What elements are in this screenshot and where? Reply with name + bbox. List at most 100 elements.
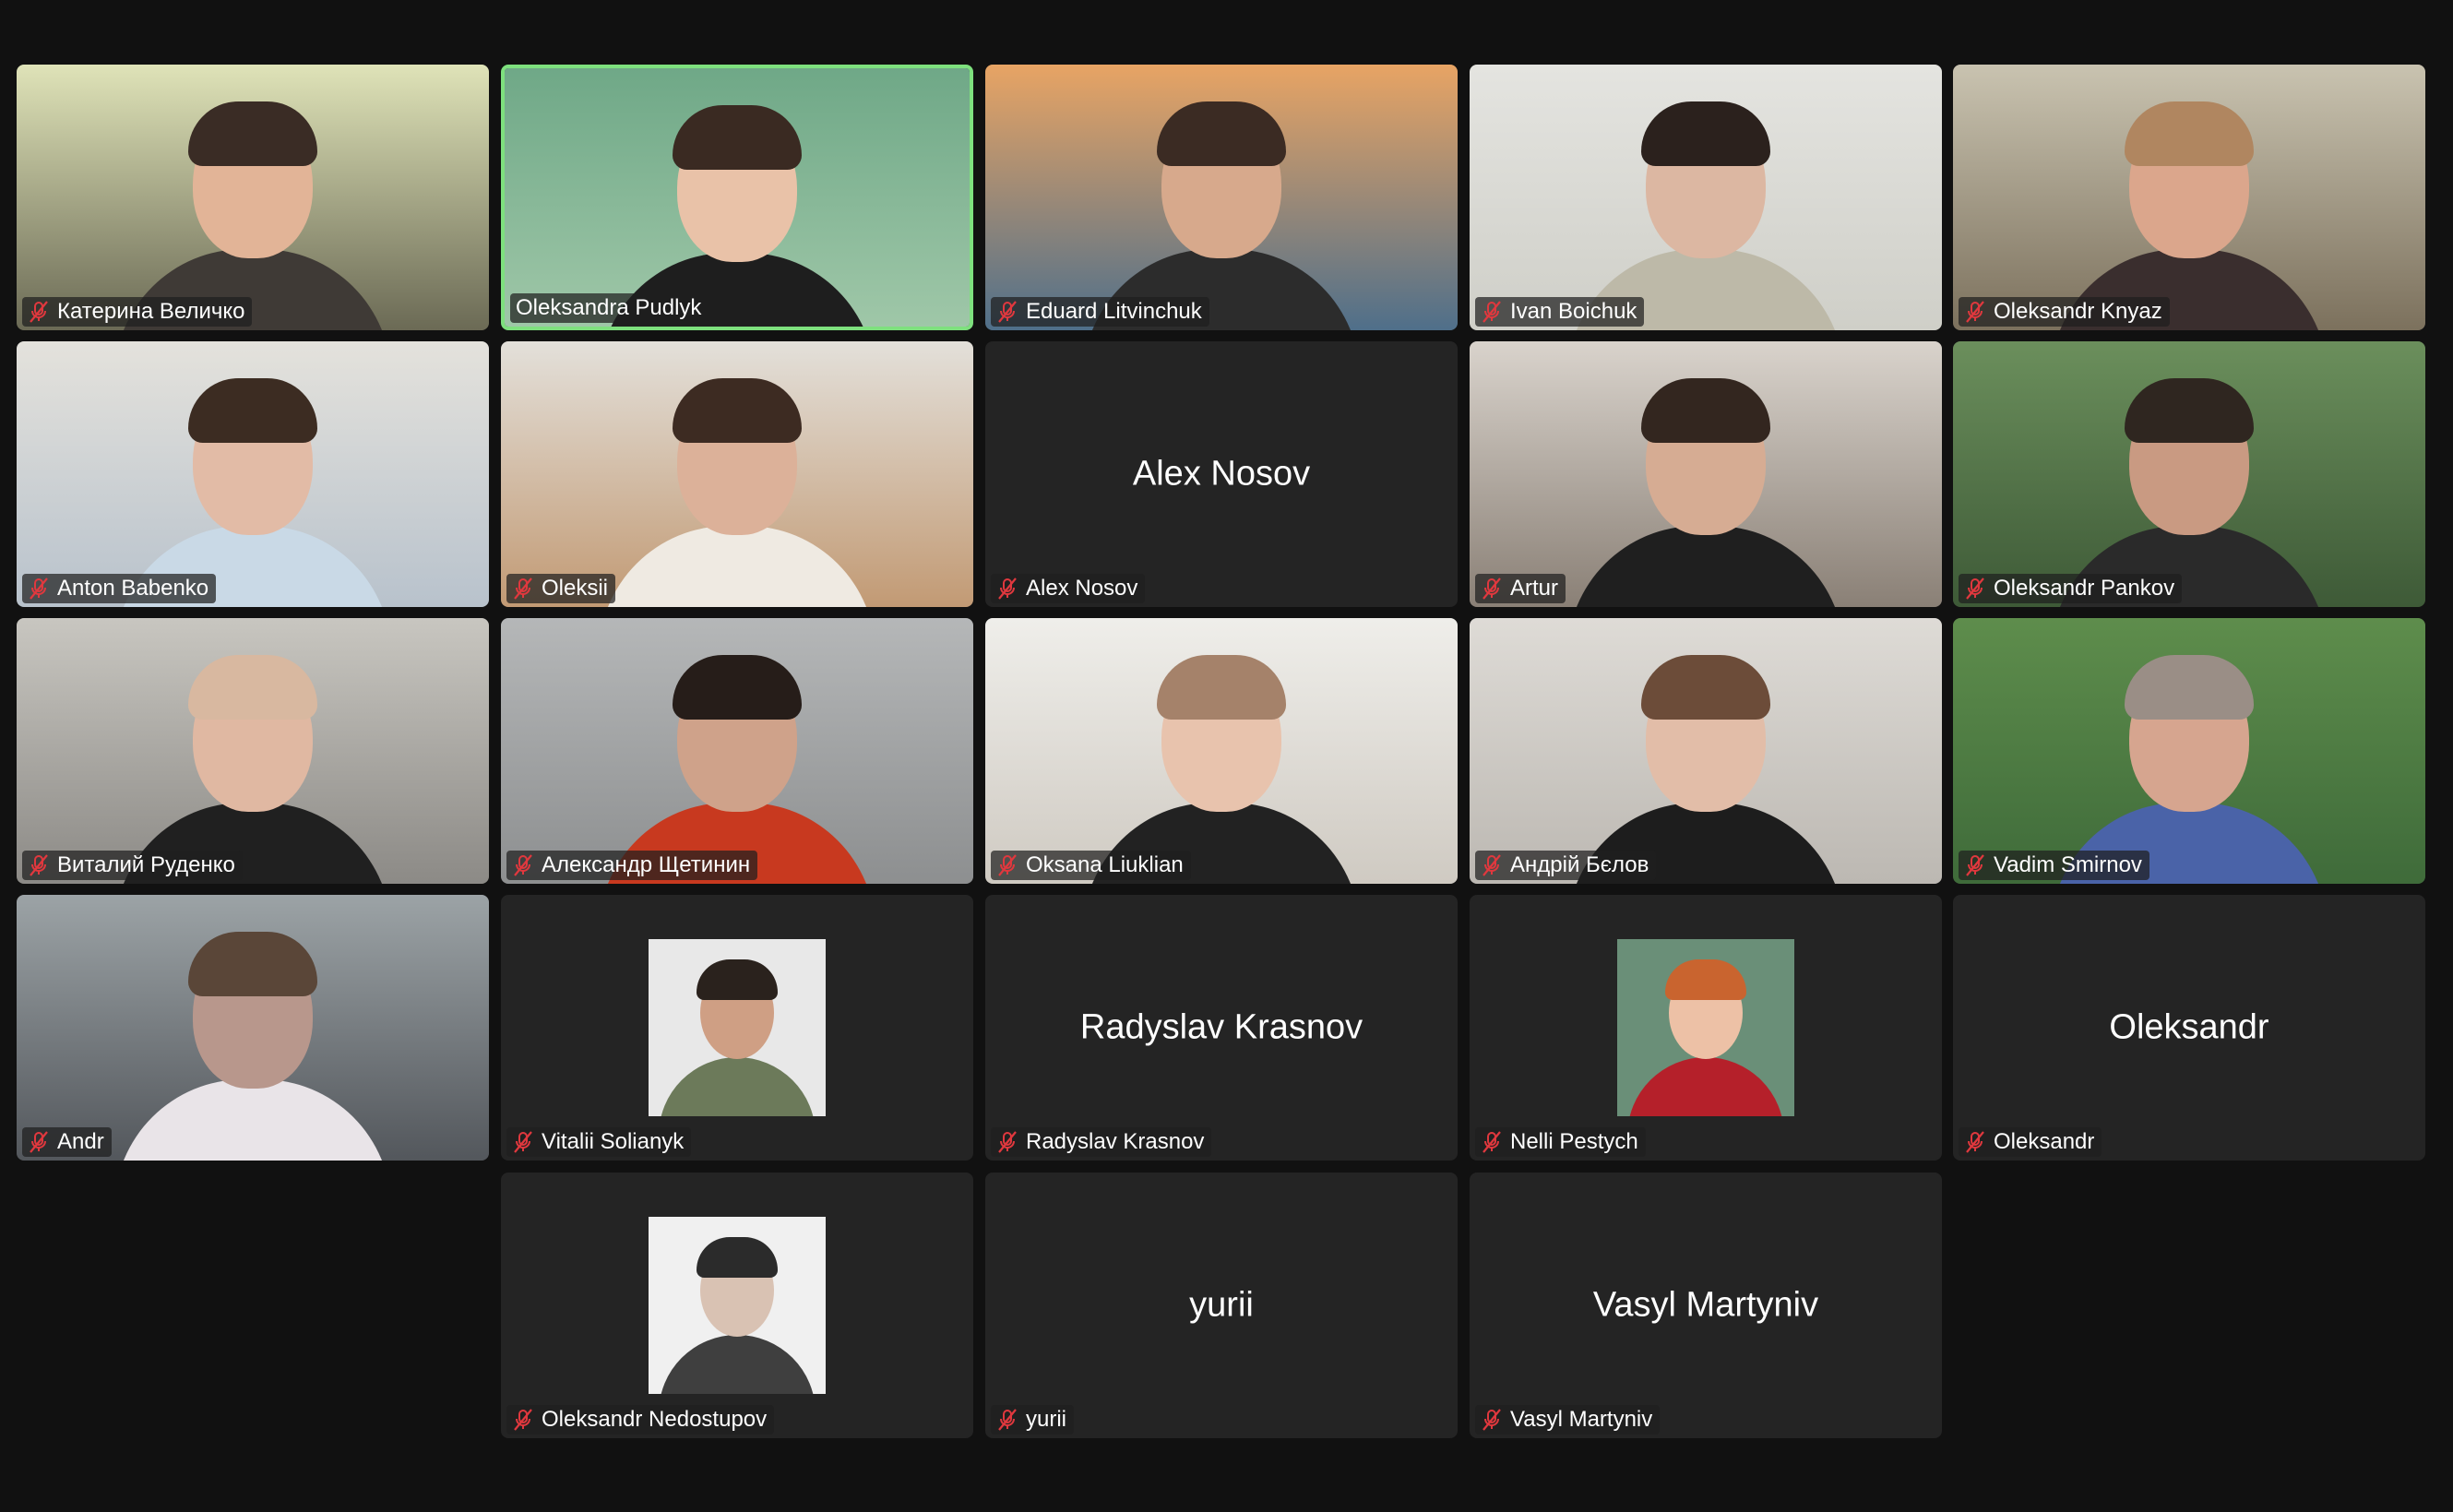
participant-tile[interactable]: Radyslav Krasnov Radyslav Krasnov: [985, 895, 1458, 1161]
participant-tile[interactable]: Oleksandr Nedostupov: [501, 1173, 973, 1438]
participant-name: Катерина Величко: [57, 299, 245, 324]
participant-name: Nelli Pestych: [1510, 1129, 1638, 1154]
name-tag: Radyslav Krasnov: [991, 1127, 1212, 1157]
muted-microphone-icon: [1964, 1130, 1986, 1154]
participant-name: yurii: [1026, 1407, 1067, 1432]
participant-video: [17, 65, 489, 330]
name-tag: Александр Щетинин: [506, 851, 758, 880]
participant-name: Artur: [1510, 576, 1559, 601]
participant-name: Александр Щетинин: [542, 852, 751, 877]
participant-video: [505, 68, 970, 327]
participant-display-name: yurii: [1189, 1285, 1254, 1325]
muted-microphone-icon: [512, 577, 534, 601]
participant-video: [1470, 618, 1942, 884]
muted-microphone-icon: [1964, 853, 1986, 877]
muted-microphone-icon: [512, 853, 534, 877]
participant-video: [17, 895, 489, 1161]
muted-microphone-icon: [512, 1408, 534, 1432]
participant-name: Radyslav Krasnov: [1026, 1129, 1205, 1154]
participant-name: Alex Nosov: [1026, 576, 1138, 601]
participant-name: Oleksandr Pankov: [1994, 576, 2175, 601]
participant-video: [1953, 618, 2425, 884]
participant-tile[interactable]: Vadim Smirnov: [1953, 618, 2425, 884]
participant-gallery: Катерина Величко Oleksandra Pudlyk Eduard …: [0, 0, 2453, 1512]
participant-tile[interactable]: Artur: [1470, 341, 1942, 607]
participant-tile[interactable]: Anton Babenko: [17, 341, 489, 607]
muted-microphone-icon: [28, 1130, 50, 1154]
participant-name: Eduard Litvinchuk: [1026, 299, 1202, 324]
participant-name: Oksana Liuklian: [1026, 852, 1184, 877]
participant-name: Andr: [57, 1129, 104, 1154]
participant-tile[interactable]: Oleksii: [501, 341, 973, 607]
participant-video: [501, 341, 973, 607]
participant-tile[interactable]: Катерина Величко: [17, 65, 489, 330]
name-tag: Oleksandr Nedostupov: [506, 1405, 775, 1435]
participant-display-name: Oleksandr: [2109, 1007, 2269, 1047]
muted-microphone-icon: [1481, 300, 1503, 324]
participant-tile[interactable]: Александр Щетинин: [501, 618, 973, 884]
name-tag: Андрій Бєлов: [1475, 851, 1657, 880]
participant-video: [501, 618, 973, 884]
participant-tile[interactable]: Eduard Litvinchuk: [985, 65, 1458, 330]
participant-tile[interactable]: Oksana Liuklian: [985, 618, 1458, 884]
name-tag: Oleksandr Knyaz: [1959, 297, 2170, 327]
muted-microphone-icon: [1481, 1130, 1503, 1154]
muted-microphone-icon: [1481, 1408, 1503, 1432]
participant-video: [17, 618, 489, 884]
participant-tile[interactable]: Vasyl Martyniv Vasyl Martyniv: [1470, 1173, 1942, 1438]
profile-picture: [1617, 939, 1794, 1116]
muted-microphone-icon: [1964, 300, 1986, 324]
muted-microphone-icon: [28, 853, 50, 877]
name-tag: Виталий Руденко: [22, 851, 243, 880]
name-tag: Oleksandr Pankov: [1959, 574, 2183, 603]
participant-tile[interactable]: Oleksandr Pankov: [1953, 341, 2425, 607]
participant-tile[interactable]: Oleksandr Oleksandr: [1953, 895, 2425, 1161]
participant-name: Vadim Smirnov: [1994, 852, 2142, 877]
muted-microphone-icon: [1481, 853, 1503, 877]
name-tag: Vasyl Martyniv: [1475, 1405, 1661, 1435]
muted-microphone-icon: [1964, 577, 1986, 601]
participant-video: [1953, 341, 2425, 607]
participant-name: Oleksii: [542, 576, 609, 601]
participant-video: [1470, 341, 1942, 607]
participant-video: [985, 65, 1458, 330]
participant-display-name: Alex Nosov: [1132, 454, 1311, 494]
name-tag: Eduard Litvinchuk: [991, 297, 1209, 327]
participant-name: Oleksandr: [1994, 1129, 2095, 1154]
muted-microphone-icon: [996, 1408, 1018, 1432]
profile-picture: [649, 939, 826, 1116]
participant-tile[interactable]: Vitalii Solianyk: [501, 895, 973, 1161]
name-tag: Ivan Boichuk: [1475, 297, 1645, 327]
name-tag: Artur: [1475, 574, 1566, 603]
participant-name: Vasyl Martyniv: [1510, 1407, 1653, 1432]
participant-tile[interactable]: Виталий Руденко: [17, 618, 489, 884]
participant-tile[interactable]: Andr: [17, 895, 489, 1161]
name-tag: Anton Babenko: [22, 574, 217, 603]
participant-tile[interactable]: Alex Nosov Alex Nosov: [985, 341, 1458, 607]
participant-display-name: Vasyl Martyniv: [1592, 1285, 1819, 1325]
participant-tile[interactable]: Ivan Boichuk: [1470, 65, 1942, 330]
participant-tile[interactable]: Oleksandra Pudlyk: [501, 65, 973, 330]
participant-display-name: Radyslav Krasnov: [1079, 1007, 1363, 1047]
participant-tile[interactable]: Oleksandr Knyaz: [1953, 65, 2425, 330]
name-tag: Vitalii Solianyk: [506, 1127, 692, 1157]
participant-name: Виталий Руденко: [57, 852, 235, 877]
participant-tile[interactable]: Nelli Pestych: [1470, 895, 1942, 1161]
name-tag: Nelli Pestych: [1475, 1127, 1646, 1157]
participant-video: [1953, 65, 2425, 330]
participant-tile[interactable]: Андрій Бєлов: [1470, 618, 1942, 884]
participant-name: Oleksandra Pudlyk: [516, 295, 702, 320]
muted-microphone-icon: [28, 300, 50, 324]
name-tag: Andr: [22, 1127, 112, 1157]
name-tag: Oleksandr: [1959, 1127, 2102, 1157]
name-tag: yurii: [991, 1405, 1075, 1435]
participant-name: Ivan Boichuk: [1510, 299, 1637, 324]
participant-name: Vitalii Solianyk: [542, 1129, 685, 1154]
muted-microphone-icon: [996, 577, 1018, 601]
participant-video: [17, 341, 489, 607]
participant-tile[interactable]: yurii yurii: [985, 1173, 1458, 1438]
participant-name: Андрій Бєлов: [1510, 852, 1649, 877]
muted-microphone-icon: [1481, 577, 1503, 601]
name-tag: Oksana Liuklian: [991, 851, 1191, 880]
participant-name: Anton Babenko: [57, 576, 209, 601]
